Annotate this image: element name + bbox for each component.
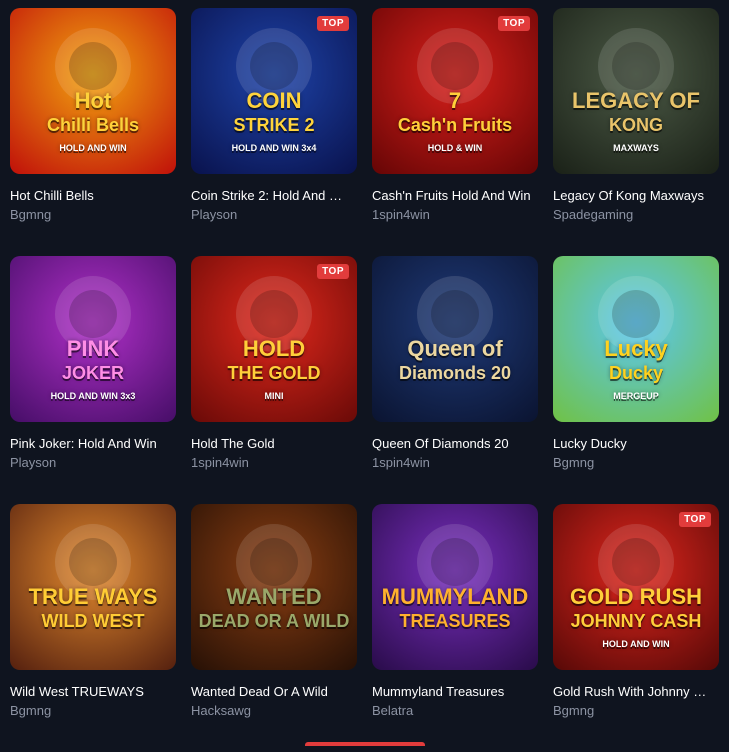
game-card-cash-n-fruits-hold-and-win[interactable]: 7 Cash'n Fruits HOLD & WIN TOP Cash'n Fruits… <box>372 8 538 256</box>
game-provider: Bgmng <box>10 207 52 222</box>
game-thumbnail[interactable]: TRUE WAYS WILD WEST <box>10 504 176 670</box>
game-grid: Hot Chilli Bells HOLD AND WIN Hot Chilli Be… <box>10 8 719 752</box>
game-card-queen-of-diamonds-20[interactable]: Queen of Diamonds 20 Queen Of Diamonds 20 1… <box>372 256 538 504</box>
game-provider: Spadegaming <box>553 207 634 222</box>
game-thumbnail[interactable]: Queen of Diamonds 20 <box>372 256 538 422</box>
game-logo-line-1: WANTED <box>226 584 322 609</box>
game-thumbnail[interactable]: WANTED DEAD OR A WILD <box>191 504 357 670</box>
game-card-hold-the-gold[interactable]: HOLD THE GOLD MINI TOP Hold The Gold 1spin4wi… <box>191 256 357 504</box>
game-card-wanted-dead-or-a-wild[interactable]: WANTED DEAD OR A WILD Wanted Dead Or A Wil… <box>191 504 357 752</box>
game-title[interactable]: Pink Joker: Hold And Win <box>10 436 170 451</box>
game-thumbnail[interactable]: COIN STRIKE 2 HOLD AND WIN 3x4 TOP <box>191 8 357 174</box>
load-more-bar[interactable] <box>305 742 425 746</box>
game-title[interactable]: Mummyland Treasures <box>372 684 532 699</box>
game-title[interactable]: Gold Rush With Johnny Cash <box>553 684 713 699</box>
game-logo-line-2: DEAD OR A WILD <box>198 611 350 631</box>
game-logo-line-2: STRIKE 2 <box>233 115 315 135</box>
game-logo-line-2: WILD WEST <box>41 611 145 631</box>
game-logo-line-1: MUMMYLAND <box>381 584 529 609</box>
game-logo-line-2: Cash'n Fruits <box>397 115 513 135</box>
game-provider: 1spin4win <box>372 455 430 470</box>
game-card-gold-rush-with-johnny-cash[interactable]: GOLD RUSH JOHNNY CASH HOLD AND WIN TOP Gold … <box>553 504 719 752</box>
game-provider: Bgmng <box>10 703 52 718</box>
top-badge: TOP <box>317 16 349 31</box>
game-thumbnail[interactable]: PINK JOKER HOLD AND WIN 3x3 <box>10 256 176 422</box>
game-card-coin-strike-2-hold-and-win[interactable]: COIN STRIKE 2 HOLD AND WIN 3x4 TOP Coin Stri… <box>191 8 357 256</box>
game-title[interactable]: Legacy Of Kong Maxways <box>553 188 713 203</box>
game-thumbnail[interactable]: MUMMYLAND TREASURES <box>372 504 538 670</box>
game-provider: Belatra <box>372 703 414 718</box>
game-title[interactable]: Hold The Gold <box>191 436 351 451</box>
game-title[interactable]: Coin Strike 2: Hold And Win <box>191 188 351 203</box>
game-provider: 1spin4win <box>191 455 249 470</box>
game-thumbnail[interactable]: 7 Cash'n Fruits HOLD & WIN TOP <box>372 8 538 174</box>
game-logo-line-1: HOLD <box>242 336 306 361</box>
game-card-wild-west-trueways[interactable]: TRUE WAYS WILD WEST Wild West TRUEWAYS Bgmn… <box>10 504 176 752</box>
top-badge: TOP <box>317 264 349 279</box>
game-logo-line-1: GOLD RUSH <box>570 584 702 609</box>
game-title[interactable]: Queen Of Diamonds 20 <box>372 436 532 451</box>
game-title[interactable]: Wild West TRUEWAYS <box>10 684 170 699</box>
game-logo-line-2: JOKER <box>61 363 124 383</box>
game-logo-line-2: TREASURES <box>399 611 511 631</box>
game-logo-line-2: Chilli Bells <box>46 115 140 135</box>
game-logo-line-1: PINK <box>66 336 120 361</box>
game-logo-line-3: HOLD & WIN <box>427 143 483 153</box>
game-logo-line-1: Queen of <box>407 336 503 361</box>
game-thumbnail[interactable]: Lucky Ducky MERGEUP <box>553 256 719 422</box>
game-provider: Playson <box>191 207 238 222</box>
game-logo-line-2: THE GOLD <box>227 363 321 383</box>
game-card-pink-joker-hold-and-win[interactable]: PINK JOKER HOLD AND WIN 3x3 Pink Joker: Hol… <box>10 256 176 504</box>
game-card-legacy-of-kong-maxways[interactable]: LEGACY OF KONG MAXWAYS Legacy Of Kong Maxwa… <box>553 8 719 256</box>
game-card-mummyland-treasures[interactable]: MUMMYLAND TREASURES Mummyland Treasures Bel… <box>372 504 538 752</box>
game-logo-line-1: Lucky <box>604 336 668 361</box>
game-logo-line-3: HOLD AND WIN <box>602 639 670 649</box>
game-logo-line-3: MINI <box>264 391 284 401</box>
game-logo-line-3: MAXWAYS <box>613 143 659 153</box>
game-logo-line-3: HOLD AND WIN <box>59 143 127 153</box>
game-provider: 1spin4win <box>372 207 430 222</box>
game-title[interactable]: Hot Chilli Bells <box>10 188 170 203</box>
game-logo-line-2: KONG <box>609 115 663 135</box>
game-logo-line-2: Diamonds 20 <box>398 363 512 383</box>
game-card-hot-chilli-bells[interactable]: Hot Chilli Bells HOLD AND WIN Hot Chilli Be… <box>10 8 176 256</box>
game-logo-line-3: HOLD AND WIN 3x3 <box>50 391 136 401</box>
game-logo-line-2: Ducky <box>608 363 664 383</box>
game-thumbnail[interactable]: Hot Chilli Bells HOLD AND WIN <box>10 8 176 174</box>
top-badge: TOP <box>498 16 530 31</box>
game-logo-line-3: MERGEUP <box>613 391 659 401</box>
game-logo-line-1: 7 <box>448 88 462 113</box>
game-thumbnail[interactable]: HOLD THE GOLD MINI TOP <box>191 256 357 422</box>
top-badge: TOP <box>679 512 711 527</box>
game-card-lucky-ducky[interactable]: Lucky Ducky MERGEUP Lucky Ducky Bgmng <box>553 256 719 504</box>
game-thumbnail[interactable]: GOLD RUSH JOHNNY CASH HOLD AND WIN TOP <box>553 504 719 670</box>
game-logo-line-1: Hot <box>74 88 112 113</box>
game-logo-line-3: HOLD AND WIN 3x4 <box>231 143 317 153</box>
game-provider: Bgmng <box>553 455 595 470</box>
game-logo-line-1: TRUE WAYS <box>28 584 158 609</box>
game-title[interactable]: Cash'n Fruits Hold And Win <box>372 188 532 203</box>
game-provider: Bgmng <box>553 703 595 718</box>
game-provider: Hacksawg <box>191 703 251 718</box>
game-logo-line-1: LEGACY OF <box>572 88 700 113</box>
game-logo-line-1: COIN <box>246 88 302 113</box>
game-provider: Playson <box>10 455 57 470</box>
game-title[interactable]: Wanted Dead Or A Wild <box>191 684 351 699</box>
game-title[interactable]: Lucky Ducky <box>553 436 713 451</box>
game-logo-line-2: JOHNNY CASH <box>570 611 702 631</box>
game-thumbnail[interactable]: LEGACY OF KONG MAXWAYS <box>553 8 719 174</box>
